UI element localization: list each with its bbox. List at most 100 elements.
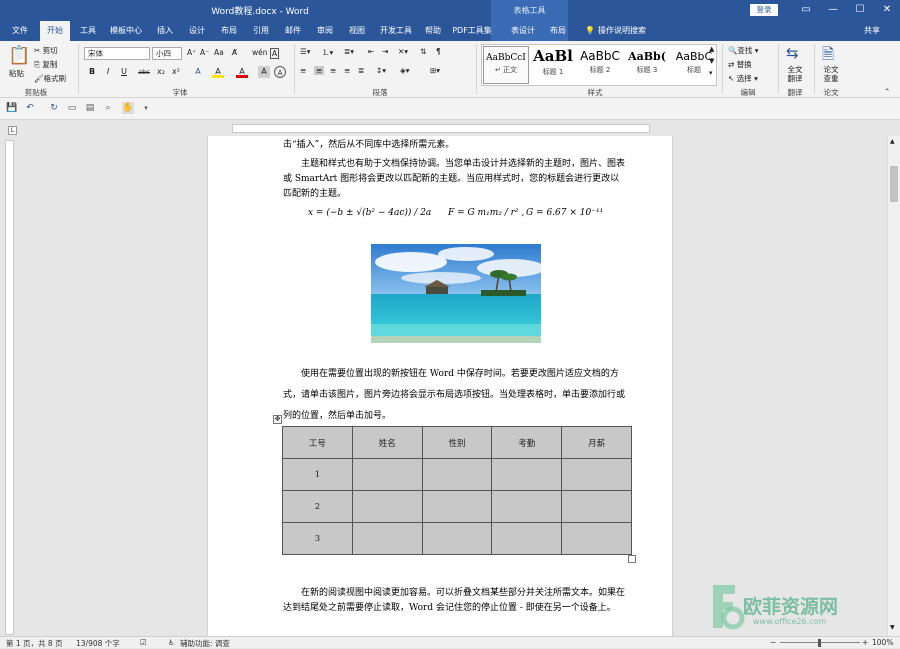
tab-help[interactable]: 帮助 — [420, 21, 446, 41]
vertical-scrollbar[interactable]: ▲ ▼ — [887, 136, 900, 636]
scroll-up-icon[interactable]: ▲ — [890, 138, 895, 145]
decrease-indent-icon[interactable]: ⇤ — [368, 47, 374, 56]
text-effects-button[interactable]: A — [192, 66, 204, 78]
beach-photo[interactable] — [371, 244, 541, 343]
table-cell[interactable] — [351, 522, 423, 555]
zoom-in-icon[interactable]: + — [862, 638, 868, 647]
paragraph[interactable]: 主题和样式也有助于文档保持协调。当您单击设计并选择新的主题时，图片、图表或 Sm… — [283, 157, 628, 202]
tab-layout[interactable]: 布局 — [216, 21, 242, 41]
paragraph[interactable]: 在新的阅读视图中阅读更加容易。可以折叠文档某些部分并关注所需文本。如果在达到结尾… — [283, 586, 628, 616]
table-cell[interactable] — [351, 490, 423, 523]
format-painter-button[interactable]: 🖌格式刷 — [34, 73, 66, 84]
tab-mailings[interactable]: 邮件 — [280, 21, 306, 41]
tab-table-layout[interactable]: 布局 — [545, 21, 571, 41]
justify-icon[interactable]: ≡ — [344, 66, 350, 75]
redo-icon[interactable]: ↻ — [48, 102, 60, 114]
tab-home[interactable]: 开始 — [40, 21, 70, 41]
increase-indent-icon[interactable]: ⇥ — [382, 47, 388, 56]
preview-icon[interactable]: ⌕ — [102, 102, 114, 114]
layout-icon[interactable]: ▭ — [66, 102, 78, 114]
print-icon[interactable]: ▤ — [84, 102, 96, 114]
style-heading-1[interactable]: AaBl 标题 1 — [530, 46, 576, 84]
table-move-handle-icon[interactable]: ✥ — [273, 415, 282, 424]
tab-file[interactable]: 文件 — [6, 21, 34, 41]
styles-scroll-up-icon[interactable]: ▲ — [709, 45, 714, 53]
find-button[interactable]: 🔍查找 ▾ — [728, 45, 759, 56]
table-cell[interactable]: 3 — [282, 522, 353, 555]
table-cell[interactable] — [421, 490, 493, 523]
table-header-cell[interactable]: 姓名 — [351, 426, 423, 459]
zoom-level[interactable]: 100% — [872, 638, 893, 647]
cut-button[interactable]: ✂ 剪切 — [34, 45, 58, 56]
enclose-char-button[interactable]: A — [274, 66, 286, 78]
table-cell[interactable] — [351, 458, 423, 491]
tab-selector[interactable]: L — [8, 126, 17, 135]
tab-templates[interactable]: 模板中心 — [106, 21, 146, 41]
multilevel-list-icon[interactable]: ≣▾ — [344, 47, 354, 56]
translate-icon[interactable]: ⇆ — [786, 44, 799, 62]
paragraph[interactable]: 使用在需要位置出现的新按钮在 Word 中保存时间。若要更改图片适应文档的方式，… — [283, 364, 628, 427]
tell-me-search[interactable]: 操作说明搜索 — [598, 21, 678, 41]
save-icon[interactable]: 💾 — [6, 102, 18, 114]
paste-button[interactable]: 粘贴 — [9, 68, 24, 79]
scroll-thumb[interactable] — [890, 166, 898, 202]
undo-icon[interactable]: ↶ — [24, 102, 36, 114]
styles-more-icon[interactable]: ▾ — [709, 69, 713, 77]
highlight-button[interactable]: A — [212, 66, 224, 78]
superscript-button[interactable]: x² — [170, 66, 182, 78]
horizontal-ruler[interactable] — [232, 124, 650, 133]
equation-gravity[interactable]: F = G m₁m₂ / r² , — [448, 208, 524, 218]
strikethrough-button[interactable]: abc — [136, 66, 152, 78]
tab-references[interactable]: 引用 — [248, 21, 274, 41]
table-cell[interactable] — [421, 458, 493, 491]
shading-icon[interactable]: ◈▾ — [400, 66, 410, 75]
table-resize-handle[interactable] — [628, 555, 636, 563]
style-normal[interactable]: AaBbCcI ↵ 正文 — [483, 46, 529, 84]
show-marks-icon[interactable]: ¶ — [436, 47, 441, 56]
table-header-cell[interactable]: 月薪 — [561, 426, 632, 459]
page-count[interactable]: 第 1 页，共 8 页 — [6, 638, 63, 649]
word-count[interactable]: 13/908 个字 — [76, 638, 120, 649]
table-cell[interactable] — [491, 458, 563, 491]
change-case-icon[interactable]: Aa — [214, 48, 224, 57]
equation-constant[interactable]: G = 6.67 × 10⁻¹¹ — [526, 208, 603, 218]
styles-scroll-down-icon[interactable]: ▼ — [709, 57, 714, 65]
table-header-cell[interactable]: 考勤 — [491, 426, 563, 459]
vertical-ruler[interactable] — [5, 140, 14, 635]
close-button[interactable]: ✕ — [874, 0, 900, 21]
table-cell[interactable] — [421, 522, 493, 555]
maximize-button[interactable]: ☐ — [847, 0, 873, 21]
table-cell[interactable] — [491, 490, 563, 523]
shrink-font-icon[interactable]: A⁻ — [200, 48, 209, 57]
char-border-icon[interactable]: A — [270, 48, 280, 59]
touch-mode-icon[interactable]: ✋ — [122, 102, 134, 114]
tab-design[interactable]: 设计 — [184, 21, 210, 41]
underline-button[interactable]: U — [118, 66, 130, 78]
subscript-button[interactable]: x₂ — [155, 66, 167, 78]
bold-button[interactable]: B — [86, 66, 98, 78]
proofing-icon[interactable]: ☑ — [140, 638, 147, 647]
tab-insert[interactable]: 插入 — [152, 21, 178, 41]
font-color-button[interactable]: A — [236, 66, 248, 78]
zoom-out-icon[interactable]: − — [770, 638, 776, 647]
italic-button[interactable]: I — [102, 66, 114, 78]
table-cell[interactable] — [561, 490, 632, 523]
customize-qat-icon[interactable]: ▾ — [140, 102, 152, 114]
tab-tools[interactable]: 工具 — [74, 21, 102, 41]
table-cell[interactable]: 1 — [282, 458, 353, 491]
equation-quadratic[interactable]: x = (−b ± √(b² − 4ac)) / 2a — [308, 208, 431, 218]
paper-check-button[interactable]: 论文查重 — [822, 65, 840, 83]
tab-pdf-tools[interactable]: PDF工具集 — [452, 21, 492, 41]
tab-table-design[interactable]: 表设计 — [505, 21, 541, 41]
align-left-icon[interactable]: ≡ — [300, 66, 306, 75]
chinese-layout-icon[interactable]: ✕▾ — [398, 47, 408, 56]
phonetic-guide-icon[interactable]: wén — [252, 48, 268, 57]
table-cell[interactable] — [561, 458, 632, 491]
collapse-ribbon-icon[interactable]: ⌃ — [884, 87, 890, 96]
paragraph[interactable]: 击“插入”，然后从不同库中选择所需元素。 — [283, 138, 628, 153]
accessibility-status[interactable]: 辅助功能: 调查 — [180, 638, 230, 649]
zoom-slider-thumb[interactable] — [818, 639, 821, 647]
table-cell[interactable] — [561, 522, 632, 555]
line-spacing-icon[interactable]: ↕▾ — [376, 66, 386, 75]
style-heading-2[interactable]: AaBbC 标题 2 — [577, 46, 623, 84]
